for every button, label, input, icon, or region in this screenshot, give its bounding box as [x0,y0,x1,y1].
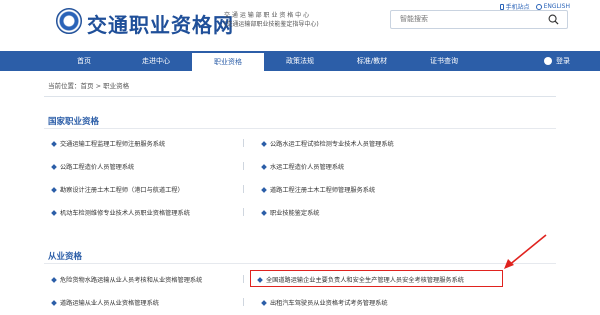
bullet-icon [261,209,267,216]
org-line-1: 交 通 运 输 部 职 业 资 格 中 心 [224,12,310,19]
search-input[interactable] [391,11,541,28]
list-item-label: 机动车检测维修专业技术人员职业资格管理系统 [60,210,190,217]
list-item[interactable]: 职业技能鉴定系统 [261,208,320,217]
list-item[interactable]: 勘察设计注册土木工程师（港口与航道工程） [51,185,184,194]
list-item[interactable]: 交通运输工程监理工程师注册服务系统 [51,139,166,148]
list-item-label: 交通运输工程监理工程师注册服务系统 [60,141,166,148]
list-item[interactable]: 公路工程造价人员管理系统 [51,162,135,171]
list-item[interactable]: 道路运输从业人员从业资格管理系统 [51,298,159,307]
site-brand[interactable]: 交通职业资格网 [87,9,234,38]
breadcrumb: 当前位置：首页 > 职业资格 [48,82,130,90]
section-divider [44,128,556,129]
list-item[interactable]: 危险货物水路运输从业人员考核和从业资格管理系统 [51,275,203,284]
list-item-label: 水运工程造价人员管理系统 [270,164,345,171]
bullet-icon [51,299,57,306]
list-item[interactable]: 公路水运工程试验检测专业技术人员管理系统 [261,139,394,148]
nav-certificate[interactable]: 证书查询 [408,51,480,71]
globe-icon [535,3,542,10]
bullet-icon [51,140,57,147]
page: 交通职业资格网 交 通 运 输 部 职 业 资 格 中 心 (交通运输部职业技能… [0,0,600,315]
bullet-icon [51,276,57,283]
nav-home[interactable]: 首页 [48,51,120,71]
phone-icon [499,3,504,10]
list-item-label: 勘察设计注册土木工程师（港口与航道工程） [60,187,184,194]
column-separator [243,298,244,306]
english-link-label: ENGLISH [543,3,570,10]
list-item[interactable]: 出租汽车驾驶员从业资格考试考务管理系统 [261,298,388,307]
bullet-icon [261,163,267,170]
list-item[interactable]: 道路工程注册土木工程师管理服务系统 [261,185,376,194]
breadcrumb-divider [44,96,556,97]
section-title-national: 国家职业资格 [48,117,100,127]
column-separator [243,139,244,147]
column-separator [243,185,244,193]
list-item[interactable]: 水运工程造价人员管理系统 [261,162,345,171]
org-line-2: (交通运输部职业技能鉴定指导中心) [224,21,319,28]
bullet-icon [261,299,267,306]
highlight-box [250,270,503,287]
site-header: 交通职业资格网 交 通 运 输 部 职 业 资 格 中 心 (交通运输部职业技能… [0,0,600,46]
section-title-practice: 从业资格 [48,252,83,262]
bullet-icon [51,209,57,216]
list-item-label: 公路工程造价人员管理系统 [60,164,135,171]
nav-about[interactable]: 走进中心 [120,51,192,71]
login-button[interactable]: 登录 [544,51,570,71]
site-logo-icon[interactable] [56,8,82,34]
column-separator [243,275,244,283]
list-item-label: 道路工程注册土木工程师管理服务系统 [270,187,376,194]
bullet-icon [261,186,267,193]
nav-policy[interactable]: 政策法规 [264,51,336,71]
org-name: 交 通 运 输 部 职 业 资 格 中 心 (交通运输部职业技能鉴定指导中心) [224,11,319,29]
column-separator [243,162,244,170]
annotation-arrow-icon [504,234,547,269]
list-item[interactable]: 机动车检测维修专业技术人员职业资格管理系统 [51,208,190,217]
section-divider [44,263,556,264]
login-label: 登录 [556,57,570,65]
user-icon [544,57,552,65]
list-item-label: 出租汽车驾驶员从业资格考试考务管理系统 [270,300,388,307]
list-item-label: 公路水运工程试验检测专业技术人员管理系统 [270,141,394,148]
nav-standards[interactable]: 标准/教材 [336,51,408,71]
list-item-label: 道路运输从业人员从业资格管理系统 [60,300,159,307]
main-nav: 首页 走进中心 职业资格 政策法规 标准/教材 证书查询 登录 [0,51,600,71]
list-item-label: 危险货物水路运输从业人员考核和从业资格管理系统 [60,277,203,284]
bullet-icon [261,140,267,147]
bullet-icon [51,186,57,193]
bullet-icon [51,163,57,170]
nav-qualification[interactable]: 职业资格 [192,51,264,71]
search-icon[interactable] [548,14,559,25]
search-box [390,10,568,29]
column-separator [243,208,244,216]
list-item-label: 职业技能鉴定系统 [270,210,320,217]
